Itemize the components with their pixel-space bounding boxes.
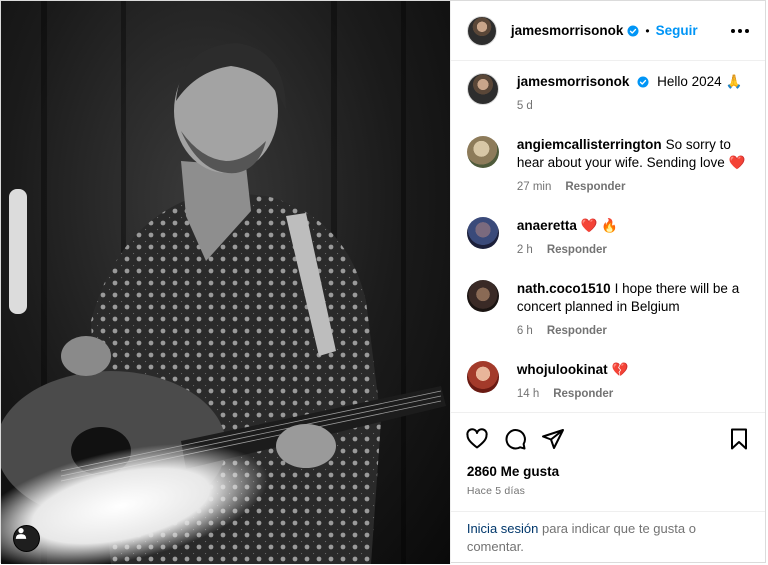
caption-username[interactable]: jamesmorrisonok [517,74,630,89]
author-avatar[interactable] [466,73,499,105]
comment-username[interactable]: nath.coco1510 [517,281,611,296]
commenter-avatar[interactable] [466,361,499,393]
post-photo[interactable] [1,1,450,564]
comment-username[interactable]: anaeretta [517,218,577,233]
login-prompt: Inicia sesión para indicar que te gusta … [450,511,765,564]
follow-button[interactable]: Seguir [656,23,698,38]
comment-item: whojulookinat 💔 14 h Responder [466,361,749,403]
comment-item: nath.coco1510 I hope there will be a conc… [466,280,749,340]
likes-count[interactable]: 2860 Me gusta [467,464,749,479]
commenter-avatar[interactable] [466,217,499,249]
likes-section: 2860 Me gusta Hace 5 días [451,464,765,497]
bookmark-icon[interactable] [727,427,751,451]
heart-icon[interactable] [465,427,489,451]
comment-age: 6 h [516,325,533,337]
author-avatar[interactable] [466,15,497,46]
comment-age: 2 h [516,244,533,256]
caption-text: Hello 2024 🙏 [657,74,743,89]
more-options-icon[interactable] [731,28,749,33]
post-date: Hace 5 días [466,485,526,497]
comment-item: anaeretta ❤️ 🔥 2 h Responder [466,217,749,259]
post-dialog: jamesmorrisonok • Seguir jamesmorrisonok… [0,0,766,564]
reply-button[interactable]: Responder [547,322,607,340]
header-separator: • [645,23,650,38]
reply-button[interactable]: Responder [553,385,613,403]
caption-item: jamesmorrisonok Hello 2024 🙏 5 d [466,73,749,115]
user-tag-icon [15,528,27,539]
action-bar [450,412,765,464]
comments-list: jamesmorrisonok Hello 2024 🙏 5 d angiemc… [451,61,765,412]
comment-text: ❤️ 🔥 [580,218,619,233]
comment-username[interactable]: whojulookinat [517,362,608,377]
commenter-avatar[interactable] [466,136,499,168]
comment-text: 💔 [611,362,629,377]
comment-icon[interactable] [503,427,527,451]
photo-illustration [1,1,446,564]
share-icon[interactable] [541,427,565,451]
caption-age: 5 d [516,100,533,112]
verified-badge-icon [637,76,649,88]
post-side-panel: jamesmorrisonok • Seguir jamesmorrisonok… [449,1,765,564]
tag-people-button[interactable] [13,525,40,552]
commenter-avatar[interactable] [466,280,499,312]
comment-age: 27 min [516,181,552,193]
author-username[interactable]: jamesmorrisonok [511,23,624,38]
reply-button[interactable]: Responder [547,241,607,259]
login-link[interactable]: Inicia sesión [467,521,539,536]
comment-item: angiemcallisterrington So sorry to hear a… [466,136,749,196]
comment-username[interactable]: angiemcallisterrington [517,137,662,152]
comment-age: 14 h [516,388,540,400]
verified-badge-icon [627,25,639,36]
reply-button[interactable]: Responder [565,178,625,196]
post-header: jamesmorrisonok • Seguir [450,1,765,61]
